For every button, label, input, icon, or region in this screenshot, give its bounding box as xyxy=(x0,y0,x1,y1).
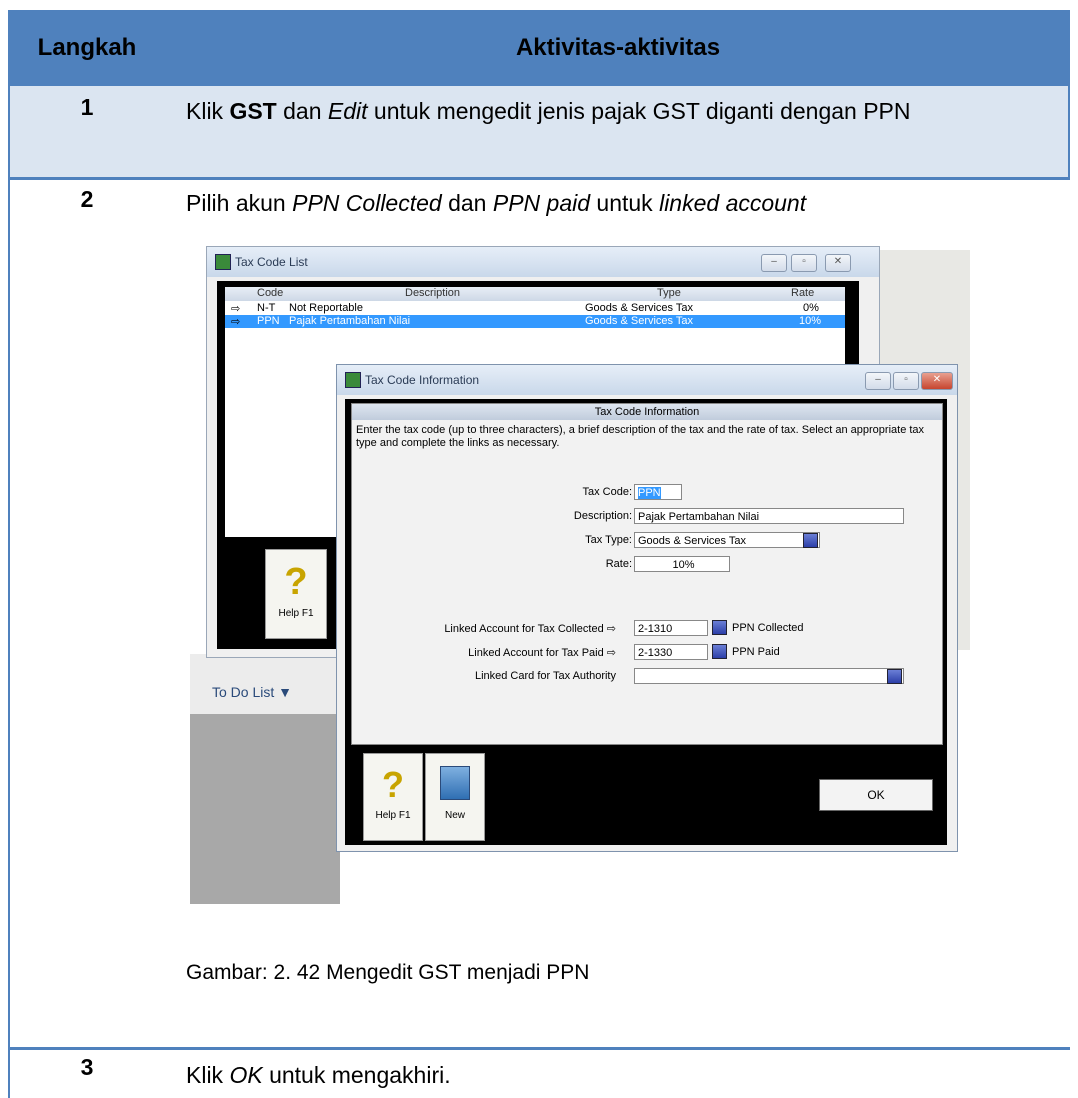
maximize-icon[interactable]: ▫ xyxy=(893,372,919,390)
todo-list-button[interactable]: To Do List ▼ xyxy=(212,684,292,700)
step-1-text: Klik GST dan Edit untuk mengedit jenis p… xyxy=(186,98,911,124)
table-left-border xyxy=(8,86,10,1098)
row-code: N-T xyxy=(257,302,276,314)
step-3-text: Klik OK untuk mengakhiri. xyxy=(186,1062,451,1088)
panel-title: Tax Code Information xyxy=(352,404,942,420)
help-icon: ? xyxy=(382,764,404,805)
window-title: Tax Code List xyxy=(235,255,308,269)
step-2-text: Pilih akun PPN Collected dan PPN paid un… xyxy=(186,190,807,216)
dropdown-arrow-icon[interactable] xyxy=(803,533,818,548)
row-description: Pajak Pertambahan Nilai xyxy=(289,315,411,327)
column-rate[interactable]: Rate xyxy=(791,287,814,299)
authority-label: Linked Card for Tax Authority xyxy=(474,670,616,682)
paid-label: Linked Account for Tax Paid ⇨ xyxy=(468,647,616,659)
list-header: Code Description Type Rate xyxy=(225,287,845,301)
column-type[interactable]: Type xyxy=(657,287,681,299)
row-description: Not Reportable xyxy=(289,302,363,314)
paid-account-name: PPN Paid xyxy=(732,646,780,658)
list-row[interactable]: ⇨ N-T Not Reportable Goods & Services Ta… xyxy=(225,302,845,315)
column-description[interactable]: Description xyxy=(405,287,460,299)
tax-code-info-window: Tax Code Information – ▫ ✕ Tax Code Info… xyxy=(336,364,958,852)
dropdown-arrow-icon[interactable] xyxy=(712,644,727,659)
rate-field[interactable]: 10% xyxy=(634,556,730,572)
help-label: Help F1 xyxy=(278,608,314,619)
instructions-text: Enter the tax code (up to three characte… xyxy=(356,424,925,449)
dropdown-arrow-icon[interactable] xyxy=(712,620,727,635)
help-label: Help F1 xyxy=(375,810,411,821)
new-icon xyxy=(440,766,470,800)
info-panel: Tax Code Information Enter the tax code … xyxy=(351,403,943,745)
title-bar: Tax Code List – ▫ ✕ xyxy=(207,247,879,277)
collected-label: Linked Account for Tax Collected ⇨ xyxy=(444,623,616,635)
step-number: 2 xyxy=(80,186,94,212)
arrow-right-icon[interactable]: ⇨ xyxy=(607,647,616,659)
minimize-icon[interactable]: – xyxy=(865,372,891,390)
column-code[interactable]: Code xyxy=(257,287,283,299)
todo-label: To Do List xyxy=(212,684,275,700)
arrow-right-icon[interactable]: ⇨ xyxy=(231,315,240,328)
close-icon[interactable]: ✕ xyxy=(921,372,953,390)
info-frame: Tax Code Information Enter the tax code … xyxy=(345,399,947,845)
tax-type-value: Goods & Services Tax xyxy=(638,535,747,547)
chevron-down-icon: ▼ xyxy=(278,684,292,700)
dropdown-arrow-icon[interactable] xyxy=(887,669,902,684)
tax-code-field[interactable]: PPN xyxy=(634,484,682,500)
arrow-right-icon[interactable]: ⇨ xyxy=(231,302,240,315)
minimize-icon[interactable]: – xyxy=(761,254,787,272)
authority-field[interactable] xyxy=(634,668,904,684)
row-rate: 10% xyxy=(799,315,822,327)
tax-code-label: Tax Code: xyxy=(582,486,632,498)
close-icon[interactable]: ✕ xyxy=(825,254,851,272)
description-label: Description: xyxy=(573,510,632,522)
tax-code-screenshot: Tax Code List – ▫ ✕ Code Description Typ… xyxy=(190,244,976,910)
tax-code-value: PPN xyxy=(638,487,661,499)
new-button[interactable]: New xyxy=(425,753,485,841)
table-header: Langkah Aktivitas-aktivitas xyxy=(8,10,1070,86)
app-icon xyxy=(215,254,231,270)
help-button[interactable]: ? Help F1 xyxy=(363,753,423,841)
help-icon: ? xyxy=(284,561,308,603)
arrow-right-icon[interactable]: ⇨ xyxy=(607,623,616,635)
maximize-icon[interactable]: ▫ xyxy=(791,254,817,272)
title-bar: Tax Code Information – ▫ ✕ xyxy=(337,365,957,395)
row-type: Goods & Services Tax xyxy=(585,302,694,314)
ok-button[interactable]: OK xyxy=(819,779,933,811)
row-divider xyxy=(8,177,1070,180)
description-field[interactable]: Pajak Pertambahan Nilai xyxy=(634,508,904,524)
figure-caption: Gambar: 2. 42 Mengedit GST menjadi PPN xyxy=(186,961,590,984)
collected-account-field[interactable]: 2-1310 xyxy=(634,620,708,636)
row-type: Goods & Services Tax xyxy=(585,315,694,327)
help-button[interactable]: ? Help F1 xyxy=(265,549,327,639)
app-icon xyxy=(345,372,361,388)
header-aktivitas: Aktivitas-aktivitas xyxy=(515,34,721,61)
tax-type-label: Tax Type: xyxy=(585,534,632,546)
row-rate: 0% xyxy=(803,302,819,314)
new-label: New xyxy=(444,810,465,821)
collected-account-name: PPN Collected xyxy=(732,622,804,634)
row-code: PPN xyxy=(257,315,280,327)
tax-type-select[interactable]: Goods & Services Tax xyxy=(634,532,820,548)
paid-account-field[interactable]: 2-1330 xyxy=(634,644,708,660)
row-divider xyxy=(8,1047,1070,1050)
app-background xyxy=(190,714,340,904)
table-right-border xyxy=(1068,86,1070,178)
step-number: 1 xyxy=(80,94,94,120)
rate-label: Rate: xyxy=(605,558,632,570)
window-title: Tax Code Information xyxy=(365,373,480,387)
list-row-selected[interactable]: ⇨ PPN Pajak Pertambahan Nilai Goods & Se… xyxy=(225,315,845,328)
step-number: 3 xyxy=(80,1054,94,1080)
header-langkah: Langkah xyxy=(37,34,137,61)
